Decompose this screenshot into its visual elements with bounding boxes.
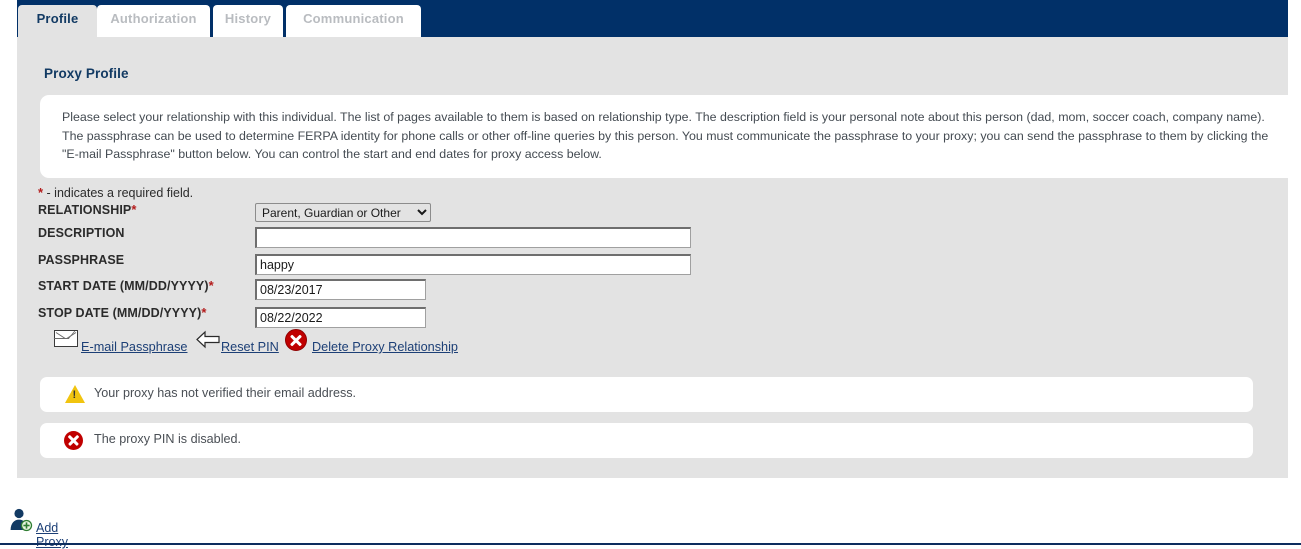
required-note-text: - indicates a required field. [46,186,194,200]
page-title: Proxy Profile [44,66,129,81]
label-start-date: START DATE (MM/DD/YYYY)* [38,278,214,293]
required-field-note: * - indicates a required field. [38,185,193,200]
instructions-card: Please select your relationship with thi… [40,95,1297,178]
tab-label: History [224,11,272,26]
relationship-select[interactable]: Parent, Guardian or Other [255,203,431,222]
content-panel: Proxy Profile Please select your relatio… [17,37,1297,478]
warning-message-text: Your proxy has not verified their email … [94,386,357,400]
tab-authorization[interactable]: Authorization [97,5,210,37]
error-message-box: The proxy PIN is disabled. [40,423,1253,458]
arrow-left-icon [196,330,220,349]
required-asterisk: * [38,185,44,200]
envelope-icon[interactable] [54,330,78,347]
description-input[interactable] [255,227,691,248]
passphrase-input[interactable] [255,254,691,275]
start-date-input[interactable] [255,279,426,300]
stop-date-input[interactable] [255,307,426,328]
required-asterisk: * [208,278,214,293]
required-asterisk: * [131,202,137,217]
delete-x-icon[interactable] [285,329,307,351]
reset-pin-link[interactable]: Reset PIN [221,340,279,354]
label-description: DESCRIPTION [38,226,125,240]
tab-communication[interactable]: Communication [286,5,421,37]
tab-bar: Profile Authorization History Communicat… [17,0,1288,37]
label-text: PASSPHRASE [38,253,125,267]
warning-message-box: Your proxy has not verified their email … [40,377,1253,412]
tab-label: Communication [303,11,404,26]
label-text: RELATIONSHIP [38,203,132,217]
tab-profile[interactable]: Profile [18,5,97,37]
label-relationship: RELATIONSHIP* [38,202,137,217]
required-asterisk: * [201,305,207,320]
tab-history[interactable]: History [213,5,283,37]
tab-label: Profile [36,11,79,26]
tab-label: Authorization [110,11,197,26]
label-text: STOP DATE (MM/DD/YYYY) [38,306,202,320]
label-text: START DATE (MM/DD/YYYY) [38,279,209,293]
error-message-text: The proxy PIN is disabled. [94,432,241,446]
delete-proxy-relationship-link[interactable]: Delete Proxy Relationship [312,340,458,354]
email-passphrase-link[interactable]: E-mail Passphrase [81,340,187,354]
label-stop-date: STOP DATE (MM/DD/YYYY)* [38,305,207,320]
person-add-icon[interactable] [8,507,34,533]
error-circle-icon [64,431,83,450]
label-passphrase: PASSPHRASE [38,253,124,267]
label-text: DESCRIPTION [38,226,125,240]
warning-triangle-icon [65,385,85,403]
